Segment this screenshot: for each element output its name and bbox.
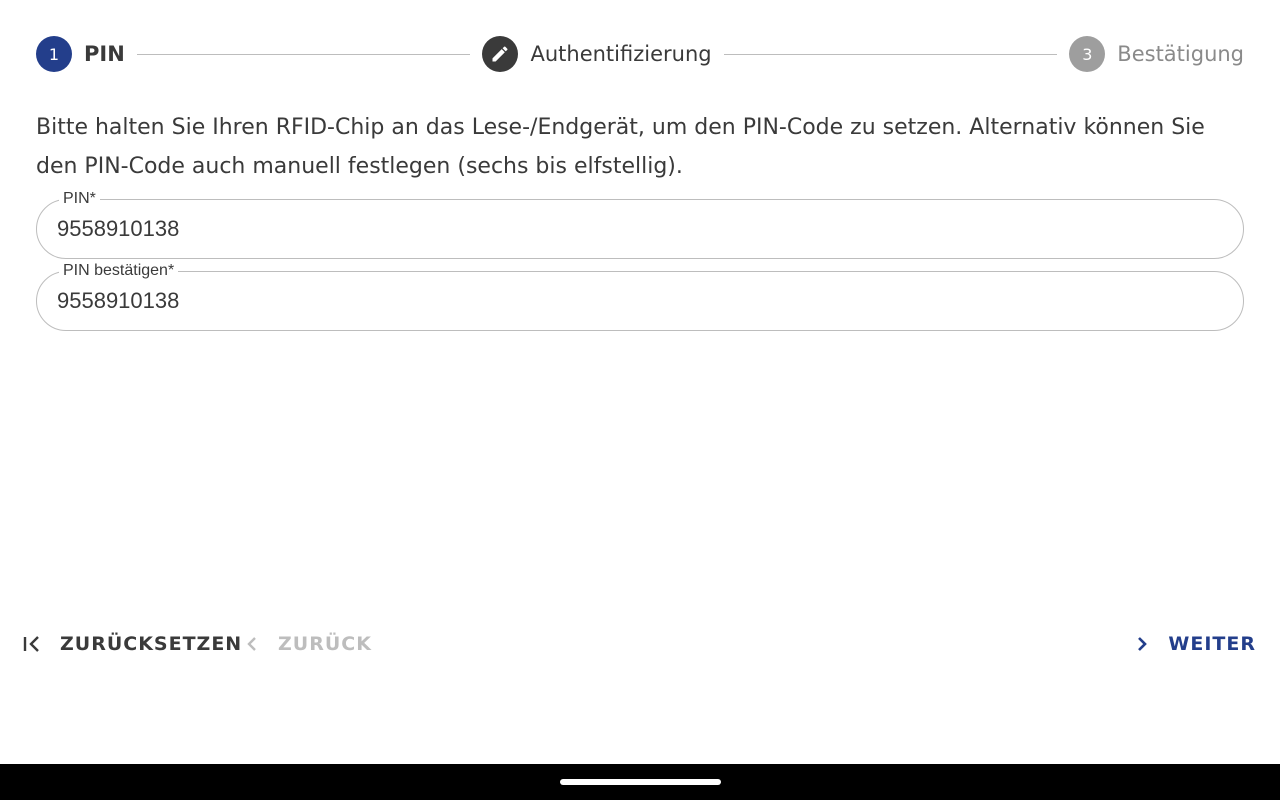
first-page-icon: [23, 636, 39, 652]
next-button-label: WEITER: [1168, 633, 1256, 655]
system-navigation-bar: [0, 764, 1280, 800]
step-bestaetigung[interactable]: 3 Bestätigung: [1069, 36, 1244, 72]
pencil-icon: [482, 36, 519, 72]
step-bestaetigung-number: 3: [1069, 36, 1106, 72]
step-pin-label: PIN: [84, 42, 125, 66]
back-button-label: ZURÜCK: [278, 633, 372, 655]
step-authentifizierung[interactable]: Authentifizierung: [482, 36, 712, 72]
stepper: 1 PIN Authentifizierung 3 Bestätigung: [36, 36, 1244, 72]
pin-field-label: PIN*: [59, 190, 100, 208]
reset-button[interactable]: ZURÜCKSETZEN: [22, 628, 242, 660]
step-connector: [723, 53, 1058, 55]
step-bestaetigung-label: Bestätigung: [1117, 42, 1245, 66]
reset-button-label: ZURÜCKSETZEN: [60, 633, 243, 655]
pin-confirm-field[interactable]: PIN bestätigen*: [36, 262, 1244, 331]
step-connector: [136, 53, 471, 55]
chevron-left-icon: [247, 637, 256, 651]
step-pin-number: 1: [36, 36, 72, 72]
pin-confirm-field-label: PIN bestätigen*: [59, 262, 179, 280]
back-button[interactable]: ZURÜCK: [244, 628, 372, 660]
next-button[interactable]: WEITER: [1134, 628, 1256, 660]
pin-field[interactable]: PIN*: [36, 190, 1244, 259]
pin-setup-screen: 1 PIN Authentifizierung 3 Bestätigung Bi…: [0, 0, 1280, 800]
pin-input[interactable]: [57, 212, 1217, 246]
home-indicator[interactable]: [560, 779, 721, 785]
pin-confirm-input[interactable]: [57, 284, 1217, 318]
chevron-right-icon: [1138, 637, 1148, 651]
step-authentifizierung-label: Authentifizierung: [530, 42, 712, 66]
step-pin[interactable]: 1 PIN: [36, 36, 125, 72]
instruction-text: Bitte halten Sie Ihren RFID-Chip an das …: [36, 115, 1205, 179]
